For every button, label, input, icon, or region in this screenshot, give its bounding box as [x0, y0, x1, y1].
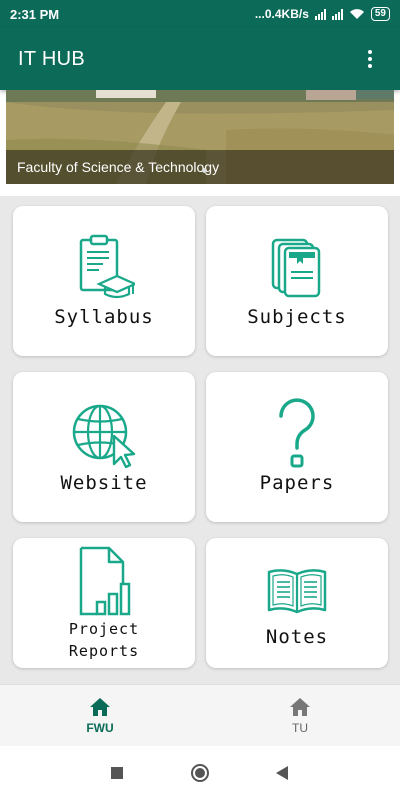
status-bar: 2:31 PM ...0.4KB/s 59 — [0, 0, 400, 28]
signal-icon-2 — [331, 8, 343, 20]
project-reports-label-line1: Project — [68, 620, 140, 638]
papers-card[interactable]: Papers — [206, 372, 388, 522]
network-speed: ...0.4KB/s — [254, 7, 309, 21]
nav-item-tu[interactable]: TU — [200, 685, 400, 746]
globe-cursor-icon — [72, 404, 136, 468]
project-reports-label: Project Reports — [13, 618, 195, 662]
papers-label: Papers — [259, 472, 335, 494]
website-label: Website — [60, 472, 148, 494]
app-bar: IT HUB — [0, 28, 400, 90]
notes-card[interactable]: Notes — [206, 538, 388, 668]
status-time: 2:31 PM — [10, 6, 60, 22]
banner-page-indicator — [202, 168, 207, 173]
nav-label-tu: TU — [292, 720, 308, 735]
books-icon — [271, 238, 321, 298]
syllabus-label: Syllabus — [54, 306, 154, 328]
home-icon — [290, 697, 310, 716]
subjects-label: Subjects — [247, 306, 347, 328]
banner-slider[interactable]: Faculty of Science & Technology — [6, 90, 394, 184]
recent-apps-icon[interactable] — [110, 766, 124, 780]
project-reports-label-line2: Reports — [68, 642, 140, 660]
notes-label: Notes — [265, 626, 329, 648]
app-title: IT HUB — [18, 47, 85, 70]
home-button-icon[interactable] — [190, 763, 210, 783]
bottom-navigation: FWU TU — [0, 684, 400, 746]
home-icon — [90, 697, 110, 716]
more-vert-icon[interactable] — [358, 47, 382, 71]
open-book-icon — [267, 569, 327, 614]
clipboard-graduation-icon — [79, 234, 135, 299]
status-indicators: ...0.4KB/s 59 — [255, 7, 390, 21]
back-icon[interactable] — [275, 765, 289, 781]
wifi-icon — [349, 9, 364, 19]
subjects-card[interactable]: Subjects — [206, 206, 388, 356]
nav-item-fwu[interactable]: FWU — [0, 685, 200, 746]
system-navigation-bar — [0, 746, 400, 800]
syllabus-card[interactable]: Syllabus — [13, 206, 195, 356]
question-mark-icon — [279, 398, 315, 468]
report-chart-icon — [79, 546, 131, 616]
banner-caption: Faculty of Science & Technology — [6, 150, 394, 184]
menu-grid: Syllabus Subjects Website Papers Project… — [0, 196, 400, 684]
signal-icon — [314, 8, 326, 20]
website-card[interactable]: Website — [13, 372, 195, 522]
nav-label-fwu: FWU — [86, 720, 114, 735]
battery-icon: 59 — [370, 7, 390, 21]
project-reports-card[interactable]: Project Reports — [13, 538, 195, 668]
